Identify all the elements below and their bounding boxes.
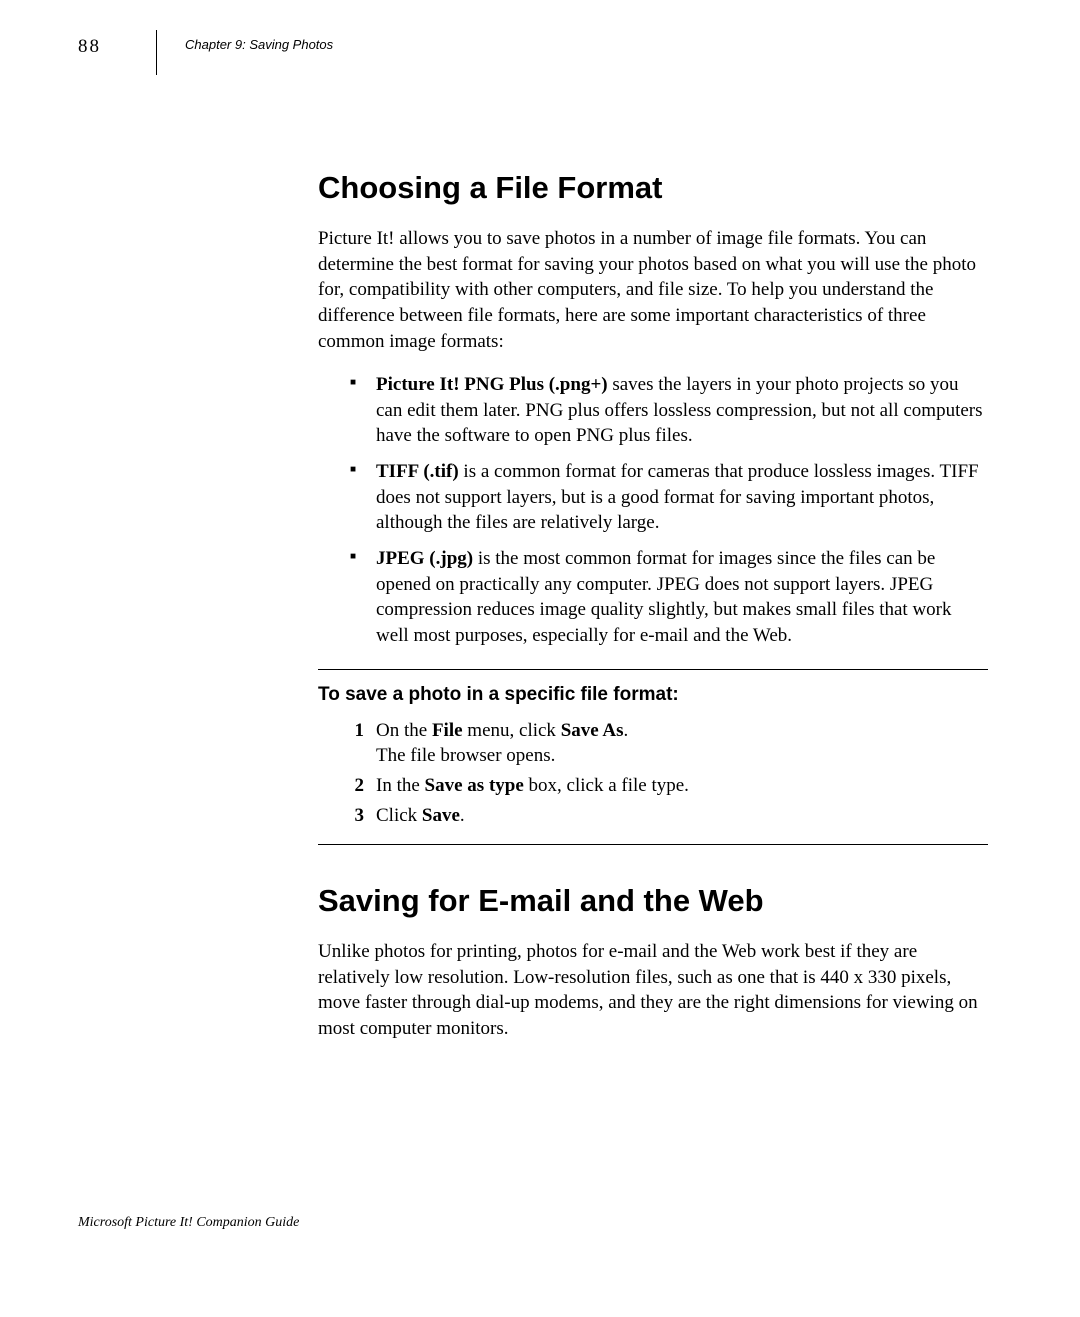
- ui-ref: File: [432, 720, 463, 741]
- section2-intro: Unlike photos for printing, photos for e…: [318, 939, 988, 1042]
- step-number: 2: [336, 773, 364, 799]
- step-text: Click: [376, 805, 422, 826]
- step-text: .: [460, 805, 465, 826]
- step-text: In the: [376, 775, 425, 796]
- section-title-2: Saving for E-mail and the Web: [318, 883, 988, 919]
- step-item: 1 On the File menu, click Save As. The f…: [336, 718, 988, 769]
- step-number: 1: [336, 718, 364, 744]
- header-divider: [156, 30, 157, 75]
- step-text: The file browser opens.: [376, 745, 555, 766]
- list-item: TIFF (.tif) is a common format for camer…: [356, 459, 988, 536]
- main-content: Choosing a File Format Picture It! allow…: [318, 170, 988, 1060]
- format-name: JPEG (.jpg): [376, 548, 473, 569]
- ui-ref: Save As: [561, 720, 624, 741]
- ui-ref: Save as type: [425, 775, 524, 796]
- section-title-1: Choosing a File Format: [318, 170, 988, 206]
- steps-list: 1 On the File menu, click Save As. The f…: [336, 718, 988, 829]
- ui-ref: Save: [422, 805, 460, 826]
- step-text: On the: [376, 720, 432, 741]
- procedure-title: To save a photo in a specific file forma…: [318, 684, 988, 706]
- chapter-header: Chapter 9: Saving Photos: [185, 37, 333, 52]
- step-item: 2 In the Save as type box, click a file …: [336, 773, 988, 799]
- format-name: Picture It! PNG Plus (.png+): [376, 374, 608, 395]
- step-item: 3 Click Save.: [336, 803, 988, 829]
- format-list: Picture It! PNG Plus (.png+) saves the l…: [356, 372, 988, 648]
- page-number: 88: [78, 36, 101, 58]
- list-item: JPEG (.jpg) is the most common format fo…: [356, 546, 988, 649]
- step-text: box, click a file type.: [524, 775, 689, 796]
- divider: [318, 844, 988, 845]
- section1-intro: Picture It! allows you to save photos in…: [318, 226, 988, 354]
- list-item: Picture It! PNG Plus (.png+) saves the l…: [356, 372, 988, 449]
- format-desc: is a common format for cameras that prod…: [376, 461, 979, 533]
- step-text: .: [624, 720, 629, 741]
- footer-text: Microsoft Picture It! Companion Guide: [78, 1215, 299, 1231]
- format-name: TIFF (.tif): [376, 461, 459, 482]
- step-number: 3: [336, 803, 364, 829]
- step-text: menu, click: [463, 720, 561, 741]
- divider: [318, 669, 988, 670]
